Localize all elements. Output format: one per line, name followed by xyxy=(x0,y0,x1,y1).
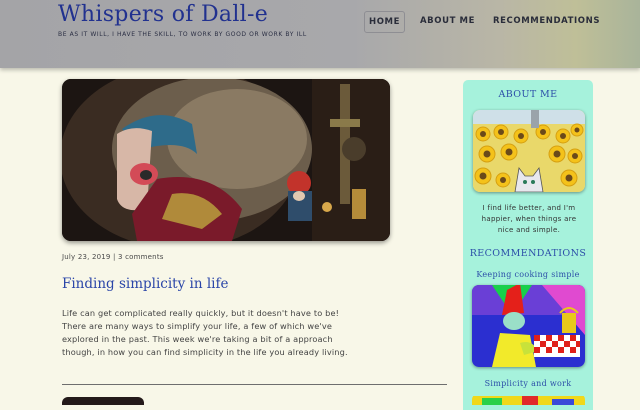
featured-illustration xyxy=(62,79,390,241)
site-tagline: BE AS IT WILL, I HAVE THE SKILL, TO WORK… xyxy=(58,31,307,38)
post-divider xyxy=(62,384,447,385)
post-meta: July 23, 2019 | 3 comments xyxy=(62,253,164,261)
post-title[interactable]: Finding simplicity in life xyxy=(62,276,228,292)
post-comments-link[interactable]: 3 comments xyxy=(118,253,164,261)
featured-image[interactable] xyxy=(62,79,390,241)
about-image xyxy=(473,110,585,192)
sunflower-cat-illustration xyxy=(473,110,585,192)
nav-home[interactable]: HOME xyxy=(364,11,406,33)
post-excerpt: Life can get complicated really quickly,… xyxy=(62,308,348,357)
gnome-cooking-illustration xyxy=(472,285,585,367)
nav-recommendations[interactable]: RECOMMENDATIONS xyxy=(489,11,604,31)
recommendation-image-1[interactable] xyxy=(472,285,585,367)
post-date[interactable]: July 23, 2019 xyxy=(62,253,111,261)
site-title[interactable]: Whispers of Dall-e xyxy=(58,2,268,27)
recommendation-image-2[interactable] xyxy=(472,393,585,405)
next-post-image[interactable] xyxy=(62,397,144,405)
recommendation-link-1[interactable]: Keeping cooking simple xyxy=(463,270,593,279)
about-text: I find life better, and I'm happier, whe… xyxy=(481,204,577,234)
recommendations-widget-title: RECOMMENDATIONS xyxy=(469,248,587,259)
about-widget-title: ABOUT ME xyxy=(498,89,558,100)
recommendation-link-2[interactable]: Simplicity and work xyxy=(463,379,593,388)
nav-about-me[interactable]: ABOUT ME xyxy=(416,11,479,31)
site-header: Whispers of Dall-e BE AS IT WILL, I HAVE… xyxy=(0,0,640,68)
meta-separator: | xyxy=(113,253,116,261)
